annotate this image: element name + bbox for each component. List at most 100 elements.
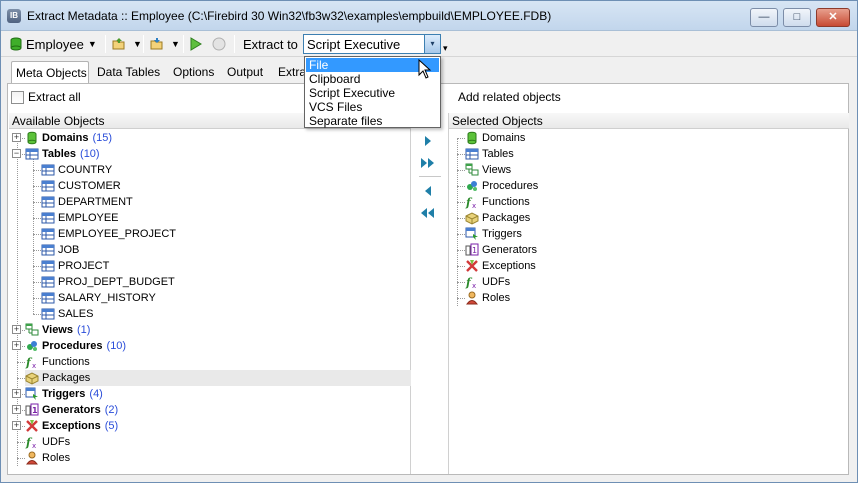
option-separate-files[interactable]: Separate files	[306, 114, 439, 128]
package-icon	[465, 212, 479, 225]
toolbar-overflow-icon[interactable]: ▾	[443, 37, 448, 59]
tree-item-label: Functions	[42, 356, 90, 368]
tree-item-domains[interactable]: Domains (15)	[25, 130, 411, 146]
tree-item-label: SALARY_HISTORY	[58, 292, 156, 304]
tree-item-exceptions[interactable]: Exceptions	[465, 258, 849, 274]
extract-metadata-window: IB Extract Metadata :: Employee (C:\Fire…	[0, 0, 858, 483]
tree-connector-line	[33, 186, 41, 187]
tree-connector-line	[457, 250, 465, 251]
tree-item-procedures[interactable]: Procedures	[465, 178, 849, 194]
option-vcs-files[interactable]: VCS Files	[306, 100, 439, 114]
database-selector-button[interactable]: Employee ▼	[9, 33, 97, 55]
table-icon	[41, 244, 55, 256]
tree-connector-line	[33, 282, 41, 283]
tree-item-functions[interactable]: f x Functions	[465, 194, 849, 210]
table-icon	[41, 292, 55, 304]
collapse-icon[interactable]: −	[12, 149, 21, 158]
tree-item-views[interactable]: Views (1)	[25, 322, 411, 338]
save-template-button[interactable]: ▼	[150, 33, 180, 55]
exception-icon	[466, 260, 478, 272]
tree-item-job[interactable]: JOB	[41, 242, 411, 258]
remove-all-button[interactable]	[419, 204, 437, 222]
function-icon: fx	[25, 356, 36, 369]
maximize-button[interactable]: □	[783, 8, 811, 27]
expand-icon[interactable]: +	[12, 405, 21, 414]
tree-item-tables[interactable]: Tables	[465, 146, 849, 162]
extract-to-label: Extract to	[243, 36, 298, 52]
extract-all-checkbox[interactable]	[11, 91, 24, 104]
extract-to-select[interactable]: Script Executive ▾	[303, 34, 441, 54]
tree-item-udfs[interactable]: f x UDFs	[25, 434, 411, 450]
tree-item-packages[interactable]: Packages	[25, 370, 411, 386]
tree-connector-line	[457, 282, 465, 283]
load-template-button[interactable]: ▼	[112, 33, 142, 55]
tree-item-views[interactable]: Views	[465, 162, 849, 178]
tree-item-domains[interactable]: Domains	[465, 130, 849, 146]
run-button[interactable]	[190, 33, 202, 55]
tab-data-tables[interactable]: Data Tables	[93, 61, 164, 84]
tree-item-udfs[interactable]: f x UDFs	[465, 274, 849, 290]
option-script-executive[interactable]: Script Executive	[306, 86, 439, 100]
app-logo-icon: IB	[7, 9, 21, 23]
double-arrow-right-icon	[421, 158, 434, 168]
tree-item-tables[interactable]: Tables (10)	[25, 146, 411, 162]
folder-open-icon	[112, 38, 125, 50]
tab-options[interactable]: Options	[169, 61, 218, 84]
tree-connector-line	[33, 314, 41, 315]
add-all-button[interactable]	[419, 154, 437, 172]
tree-item-packages[interactable]: Packages	[465, 210, 849, 226]
tree-connector-line	[457, 202, 465, 203]
domain-icon	[27, 131, 37, 145]
extract-all-label: Extract all	[28, 90, 81, 104]
tree-item-project[interactable]: PROJECT	[41, 258, 411, 274]
tree-item-label: DEPARTMENT	[58, 196, 133, 208]
tree-item-functions[interactable]: f x Functions	[25, 354, 411, 370]
remove-selected-button[interactable]	[419, 182, 437, 200]
tab-meta-objects[interactable]: Meta Objects	[11, 61, 89, 84]
add-selected-button[interactable]	[419, 132, 437, 150]
tree-item-salary-history[interactable]: SALARY_HISTORY	[41, 290, 411, 306]
tree-item-triggers[interactable]: Triggers	[465, 226, 849, 242]
expand-icon[interactable]: +	[12, 421, 21, 430]
tree-connector-line	[33, 266, 41, 267]
tab-output[interactable]: Output	[223, 61, 267, 84]
tree-item-label: Packages	[42, 372, 91, 384]
tree-item-label: UDFs	[482, 276, 511, 288]
tree-connector-line	[457, 138, 465, 139]
tree-item-generators[interactable]: 1 Generators	[465, 242, 849, 258]
tree-item-generators[interactable]: 1 Generators (2)	[25, 402, 411, 418]
tree-item-exceptions[interactable]: Exceptions (5)	[25, 418, 411, 434]
close-button[interactable]: ✕	[816, 8, 850, 27]
expand-icon[interactable]: +	[12, 133, 21, 142]
tree-item-employee-project[interactable]: EMPLOYEE_PROJECT	[41, 226, 411, 242]
tree-item-proj-dept-budget[interactable]: PROJ_DEPT_BUDGET	[41, 274, 411, 290]
tree-item-department[interactable]: DEPARTMENT	[41, 194, 411, 210]
minimize-button[interactable]: —	[750, 8, 778, 27]
expand-icon[interactable]: +	[12, 389, 21, 398]
tree-item-roles[interactable]: Roles	[25, 450, 411, 466]
procedure-icon	[467, 181, 477, 191]
tree-item-label: UDFs	[42, 436, 71, 448]
expand-icon[interactable]: +	[12, 325, 21, 334]
tree-item-triggers[interactable]: Triggers (4)	[25, 386, 411, 402]
chevron-down-icon[interactable]: ▾	[424, 35, 440, 53]
tree-item-employee[interactable]: EMPLOYEE	[41, 210, 411, 226]
stop-button[interactable]	[212, 33, 226, 55]
tree-item-sales[interactable]: SALES	[41, 306, 411, 322]
tree-connector-line	[457, 218, 465, 219]
tree-item-count: (5)	[104, 420, 119, 432]
table-icon	[41, 180, 55, 192]
arrow-separator	[419, 176, 441, 177]
tree-item-label: JOB	[58, 244, 80, 256]
tree-item-label: Generators	[42, 404, 101, 416]
tree-item-customer[interactable]: CUSTOMER	[41, 178, 411, 194]
expand-icon[interactable]: +	[12, 341, 21, 350]
tree-connector-line	[33, 202, 41, 203]
tree-item-procedures[interactable]: Procedures (10)	[25, 338, 411, 354]
tree-item-country[interactable]: COUNTRY	[41, 162, 411, 178]
database-icon	[10, 37, 22, 51]
tree-item-roles[interactable]: Roles	[465, 290, 849, 306]
tree-root-line	[457, 138, 458, 306]
tree-connector-line	[33, 218, 41, 219]
tree-item-count: (1)	[77, 324, 91, 336]
